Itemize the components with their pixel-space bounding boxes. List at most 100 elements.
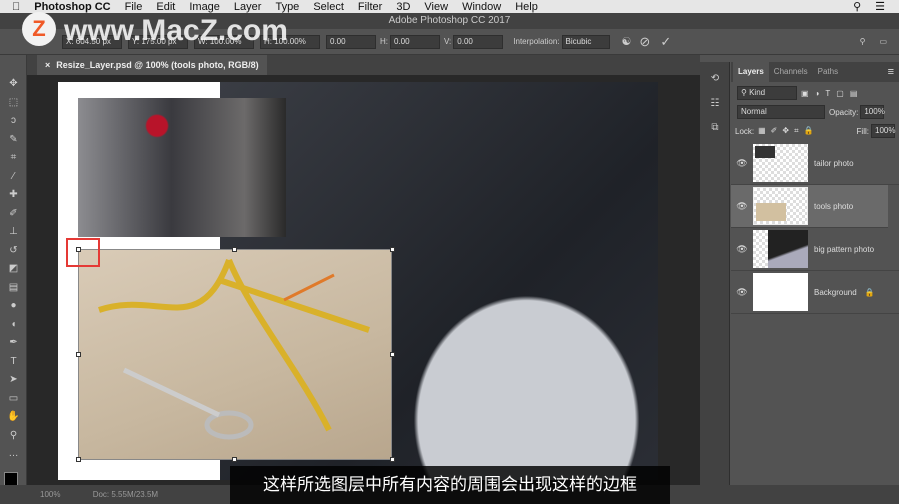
eye-icon[interactable]: 👁 [731,287,753,298]
workspace-icon[interactable]: ▭ [879,37,887,46]
more-tools-icon[interactable]: … [0,445,27,464]
close-icon[interactable]: × [45,60,50,70]
eyedropper-tool-icon[interactable]: ⁄ [0,168,27,187]
tab-channels[interactable]: Channels [769,62,813,82]
search-icon[interactable]: ⚲ [853,0,861,13]
layer-thumbnail [753,187,808,225]
document-tab[interactable]: × Resize_Layer.psd @ 100% (tools photo, R… [37,55,267,75]
vskew-field[interactable]: 0.00 [453,34,504,49]
menu-bar:  Photoshop CC File Edit Image Layer Typ… [0,0,899,13]
transform-handle-b[interactable] [232,457,237,462]
pen-tool-icon[interactable]: ✒ [0,334,27,353]
history-brush-icon[interactable]: ↺ [0,242,27,261]
zoom-tool-icon[interactable]: ⚲ [0,427,27,446]
tools-photo[interactable] [78,249,392,460]
layer-thumbnail [753,144,808,182]
transform-handle-br[interactable] [390,457,395,462]
opacity-label: Opacity: [829,107,859,117]
tab-paths[interactable]: Paths [813,62,843,82]
move-tool-icon[interactable]: ✥ [0,75,27,94]
transform-handle-r[interactable] [390,352,395,357]
layer-thumbnail [753,273,808,311]
menu-filter[interactable]: Filter [358,1,382,13]
layer-row-selected[interactable]: 👁 tools photo [731,185,888,228]
fill-label: Fill: [856,126,869,136]
transform-handle-l[interactable] [76,352,81,357]
menu-select[interactable]: Select [313,1,344,13]
zoom-level[interactable]: 100% [40,490,60,499]
dodge-tool-icon[interactable]: ◖ [0,316,27,335]
app-menu[interactable]: Photoshop CC [34,1,110,13]
menu-layer[interactable]: Layer [234,1,262,13]
apple-icon[interactable]:  [12,1,20,13]
cancel-transform-icon[interactable]: ⊘ [639,34,650,50]
tools-panel: ✥ ⬚ ↄ ✎ ⌗ ⁄ ✚ ✐ ⊥ ↺ ◩ ▤ ● ◖ ✒ T ➤ ▭ ✋ ⚲ … [0,55,27,486]
menu-help[interactable]: Help [515,1,538,13]
blend-mode-select[interactable]: Normal [737,105,825,119]
tab-layers[interactable]: Layers [733,62,769,82]
healing-tool-icon[interactable]: ✚ [0,186,27,205]
menu-image[interactable]: Image [189,1,220,13]
shape-tool-icon[interactable]: ▭ [0,390,27,409]
layer-name: tailor photo [814,158,854,168]
layer-row[interactable]: 👁 big pattern photo [731,228,899,271]
tailor-photo[interactable] [78,98,286,237]
panel-menu-icon[interactable]: ≡ [888,62,894,82]
vskew-label: V: [444,37,452,46]
gradient-tool-icon[interactable]: ▤ [0,279,27,298]
filter-icons[interactable]: ▣◑T▢▤ [801,89,863,98]
opacity-field[interactable]: 100% [860,105,885,119]
libraries-icon[interactable]: ⧉ [700,119,730,138]
interpolation-select[interactable]: Bicubic [561,34,610,49]
menu-type[interactable]: Type [275,1,299,13]
document-tab-label: Resize_Layer.psd @ 100% (tools photo, RG… [56,60,259,70]
layer-name: tools photo [814,201,854,211]
hskew-field[interactable]: 0.00 [390,34,440,49]
filter-kind-label: Kind [749,88,766,97]
angle-field[interactable]: 0.00 [326,34,376,49]
blur-tool-icon[interactable]: ● [0,297,27,316]
hskew-label: H: [380,37,388,46]
stamp-tool-icon[interactable]: ⊥ [0,223,27,242]
menu-view[interactable]: View [424,1,448,13]
layer-row[interactable]: 👁 tailor photo [731,142,899,185]
eye-icon[interactable]: 👁 [731,201,753,212]
eraser-tool-icon[interactable]: ◩ [0,260,27,279]
menu-3d[interactable]: 3D [396,1,410,13]
eye-icon[interactable]: 👁 [731,244,753,255]
lock-icons[interactable]: ▦✐✥⌗🔒 [758,126,818,136]
commit-transform-icon[interactable]: ✓ [660,34,671,50]
menu-list-icon[interactable]: ☰ [875,0,885,13]
watermark-logo: Z [22,12,56,46]
document-tab-bar: × Resize_Layer.psd @ 100% (tools photo, R… [27,55,700,75]
transform-handle-t[interactable] [232,247,237,252]
foreground-color-swatch[interactable] [4,471,18,486]
menu-edit[interactable]: Edit [156,1,175,13]
lasso-tool-icon[interactable]: ↄ [0,112,27,131]
quick-select-tool-icon[interactable]: ✎ [0,131,27,150]
interpolation-label: Interpolation: [513,37,560,46]
layer-row[interactable]: 👁 Background 🔒 [731,271,899,314]
menu-window[interactable]: Window [462,1,501,13]
layers-panel: Layers Channels Paths ≡ ⚲ Kind ▣◑T▢▤ Norma… [731,62,899,485]
subtitle: 这样所选图层中所有内容的周围会出现这样的边框 [230,466,670,504]
history-icon[interactable]: ⟲ [700,70,730,89]
filter-kind-select[interactable]: ⚲ Kind [737,86,797,100]
search-icon[interactable]: ⚲ [860,37,866,46]
crop-tool-icon[interactable]: ⌗ [0,149,27,168]
warp-icon[interactable]: ☯ [622,35,632,48]
layer-thumbnail [753,230,808,268]
menu-file[interactable]: File [125,1,143,13]
fill-field[interactable]: 100% [871,124,895,138]
marquee-tool-icon[interactable]: ⬚ [0,94,27,113]
panel-dock: ⟲ ☷ ⧉ [700,62,730,485]
eye-icon[interactable]: 👁 [731,158,753,169]
type-tool-icon[interactable]: T [0,353,27,372]
watermark: www.MacZ.com [64,14,288,47]
hand-tool-icon[interactable]: ✋ [0,408,27,427]
transform-handle-tr[interactable] [390,247,395,252]
path-select-tool-icon[interactable]: ➤ [0,371,27,390]
properties-icon[interactable]: ☷ [700,95,730,114]
transform-handle-bl[interactable] [76,457,81,462]
brush-tool-icon[interactable]: ✐ [0,205,27,224]
